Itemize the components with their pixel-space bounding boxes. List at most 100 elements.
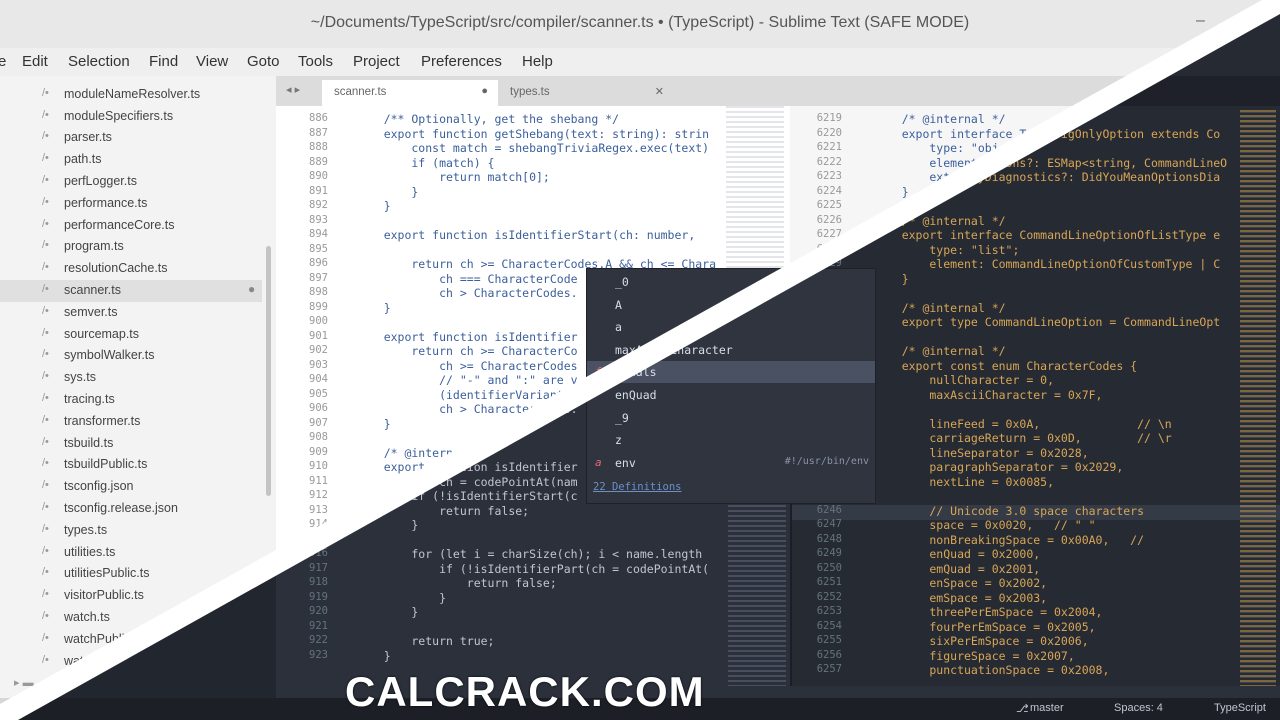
- code-line: }: [356, 648, 391, 663]
- code-line: fourPerEmSpace = 0x2005,: [874, 619, 1096, 634]
- indentation-setting[interactable]: Spaces: 4: [1114, 702, 1163, 714]
- code-line: enSpace = 0x2002,: [874, 576, 1048, 590]
- sidebar-file-item[interactable]: /• tsconfig.release.json: [0, 498, 262, 520]
- file-icon: /•: [42, 283, 49, 295]
- file-icon: /•: [42, 76, 49, 77]
- tab-nav-arrows-icon[interactable]: ◂ ▸: [286, 83, 300, 96]
- file-icon: /•: [42, 152, 49, 165]
- file-icon: /•: [42, 370, 49, 383]
- file-name: tsbuild.ts: [64, 435, 114, 450]
- menu-help[interactable]: Help: [522, 53, 553, 70]
- code-line: carriageReturn = 0x0D, // \r: [874, 431, 1172, 445]
- tab-scanner[interactable]: scanner.ts ●: [322, 80, 498, 106]
- sidebar-file-item[interactable]: /• sys.ts: [0, 367, 262, 389]
- autocomplete-item[interactable]: f equals: [587, 361, 875, 384]
- menu-view[interactable]: View: [196, 53, 228, 70]
- menu-file[interactable]: e: [0, 53, 6, 70]
- file-name: sys.ts: [64, 370, 96, 385]
- file-name: transformer.ts: [64, 413, 141, 428]
- sidebar-file-item[interactable]: /• path.ts: [0, 149, 262, 171]
- autocomplete-item[interactable]: z: [587, 429, 875, 451]
- modified-dot-icon[interactable]: ●: [481, 85, 488, 97]
- sidebar-scrollbar[interactable]: [266, 246, 271, 496]
- file-icon: /•: [42, 457, 49, 470]
- code-line: }: [356, 518, 419, 532]
- menu-tools[interactable]: Tools: [298, 53, 333, 70]
- menu-selection[interactable]: Selection: [68, 53, 130, 70]
- sidebar-file-item[interactable]: /• resolutionCache.ts: [0, 258, 262, 280]
- sidebar-file-item[interactable]: /• utilities.ts: [0, 542, 262, 564]
- sidebar-file-item[interactable]: /• performance.ts: [0, 193, 262, 215]
- sidebar-file-item[interactable]: /• emitter.ts: [0, 76, 262, 84]
- branch-name[interactable]: master: [1030, 702, 1064, 714]
- autocomplete-item[interactable]: A: [587, 294, 875, 316]
- line-number: 898: [309, 286, 328, 298]
- menu-project[interactable]: Project: [353, 53, 400, 70]
- menu-bar: e Edit Selection Find View Goto Tools Pr…: [0, 48, 1280, 76]
- menu-find[interactable]: Find: [149, 53, 178, 70]
- code-line: for (let i = charSize(ch); i < name.leng…: [356, 547, 703, 561]
- definitions-link[interactable]: 22 Definitions: [593, 481, 682, 493]
- file-name: tracing.ts: [64, 392, 115, 406]
- line-number: 892: [309, 199, 328, 211]
- file-name: utilitiesPublic.ts: [64, 566, 150, 581]
- file-name: performance.ts: [64, 195, 148, 210]
- line-number: 890: [309, 170, 328, 182]
- autocomplete-item[interactable]: a env #!/usr/bin/env: [587, 452, 875, 474]
- line-number: 6221: [816, 141, 842, 153]
- sidebar-file-item[interactable]: /• tsbuild.ts: [0, 433, 262, 455]
- line-number: 889: [309, 155, 328, 168]
- minimize-icon[interactable]: –: [1196, 12, 1205, 30]
- sidebar-file-item[interactable]: /• moduleSpecifiers.ts: [0, 106, 262, 128]
- code-line: if (!isIdentifierPart(ch = codePointAt(: [356, 561, 710, 576]
- menu-edit[interactable]: Edit: [22, 53, 48, 70]
- file-icon: /•: [42, 653, 49, 666]
- autocomplete-item[interactable]: _9: [587, 407, 875, 429]
- sidebar-file-item[interactable]: /• parser.ts: [0, 127, 262, 149]
- sidebar-file-item[interactable]: /• semver.ts: [0, 302, 262, 324]
- sidebar-file-item[interactable]: /• program.ts: [0, 236, 262, 258]
- autocomplete-item[interactable]: maxAsciiCharacter: [587, 339, 875, 361]
- sidebar-file-item[interactable]: /• transformer.ts: [0, 411, 262, 433]
- close-icon[interactable]: ✕: [655, 85, 664, 98]
- sidebar-file-item[interactable]: /• types.ts: [0, 520, 262, 542]
- tab-types[interactable]: types.ts ✕: [498, 80, 674, 106]
- autocomplete-popup[interactable]: _0 Aa maxAsciiCharacter f equals enQuad _9z a en…: [586, 268, 876, 504]
- code-line: }: [874, 271, 909, 286]
- sidebar-file-item[interactable]: /• sourcemap.ts: [0, 324, 262, 346]
- sidebar-file-item[interactable]: /• symbolWalker.ts: [0, 345, 262, 367]
- file-icon: /•: [42, 435, 49, 448]
- sidebar-file-item[interactable]: /• performanceCore.ts: [0, 215, 262, 237]
- line-number: 923: [309, 648, 328, 661]
- sidebar-file-item[interactable]: /• tsbuildPublic.ts: [0, 454, 262, 476]
- completion-text: maxAsciiCharacter: [615, 342, 733, 357]
- sidebar-file-item[interactable]: /• moduleNameResolver.ts: [0, 84, 262, 106]
- autocomplete-item[interactable]: a: [587, 316, 875, 338]
- file-name: parser.ts: [64, 130, 112, 145]
- sidebar-file-item[interactable]: /• tracing.ts: [0, 389, 262, 411]
- sidebar-file-item[interactable]: /• utilitiesPublic.ts: [0, 563, 262, 585]
- sidebar-file-item[interactable]: /• tsconfig.json: [0, 476, 262, 498]
- autocomplete-item[interactable]: _0: [587, 271, 875, 293]
- syntax-setting[interactable]: TypeScript: [1214, 702, 1266, 714]
- line-number: 919: [309, 590, 328, 603]
- file-icon: /•: [42, 348, 49, 361]
- code-line: }: [356, 199, 391, 213]
- line-number: 907: [309, 416, 328, 429]
- menu-goto[interactable]: Goto: [247, 53, 280, 70]
- code-line: lineFeed = 0x0A, // \n: [874, 416, 1172, 431]
- line-number: 886: [309, 112, 328, 124]
- menu-preferences[interactable]: Preferences: [421, 53, 502, 70]
- code-line: // Unicode 3.0 space characters: [874, 503, 1145, 518]
- completion-text: z: [615, 433, 622, 448]
- line-number: 6256: [816, 648, 842, 661]
- sidebar-file-item[interactable]: /• perfLogger.ts: [0, 171, 262, 193]
- autocomplete-item[interactable]: enQuad: [587, 384, 875, 406]
- line-number: 6250: [816, 561, 842, 574]
- minimap[interactable]: [1240, 110, 1276, 686]
- line-number: 918: [309, 576, 328, 588]
- line-number: 897: [309, 271, 328, 284]
- code-line: threePerEmSpace = 0x2004,: [874, 605, 1103, 619]
- sidebar-file-item[interactable]: /• scanner.ts ●: [0, 280, 262, 302]
- code-line: const match = shebangTriviaRegex.exec(te…: [356, 141, 710, 155]
